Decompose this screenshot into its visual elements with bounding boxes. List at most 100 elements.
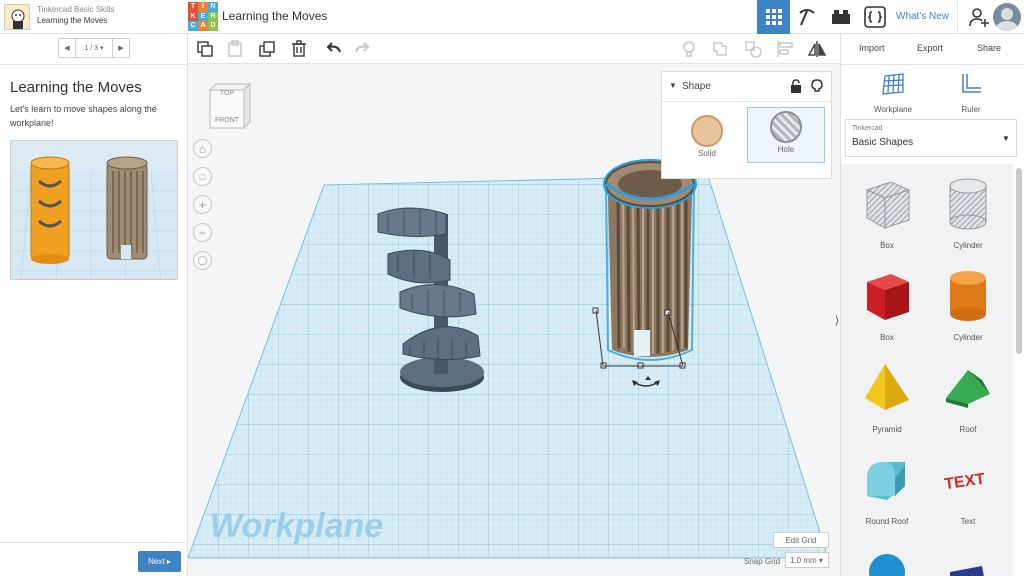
user-avatar[interactable] (993, 3, 1021, 31)
codeblocks-button[interactable] (858, 0, 891, 34)
shape-text[interactable]: TEXT Text (933, 452, 1003, 526)
shape-roof[interactable]: Roof (933, 360, 1003, 434)
lesson-text: Let's learn to move shapes along the wor… (10, 102, 180, 130)
export-button[interactable]: Export (917, 38, 943, 58)
duplicate-icon (258, 40, 276, 58)
pickaxe-icon (797, 7, 817, 27)
home-icon: ⌂ (199, 142, 206, 156)
lesson-image (10, 140, 178, 280)
next-step-arrow[interactable]: ▶ (113, 39, 129, 57)
divider (662, 101, 833, 102)
shape-label: Round Roof (852, 517, 922, 526)
shape-label: Pyramid (852, 425, 922, 434)
group-button[interactable] (710, 38, 732, 60)
shape-sphere[interactable] (852, 548, 922, 576)
hole-option[interactable]: Hole (747, 107, 825, 163)
light-bulb-icon[interactable] (811, 79, 823, 93)
lock-icon[interactable] (790, 79, 802, 93)
divider (0, 64, 188, 65)
import-button[interactable]: Import (859, 38, 885, 58)
minus-icon: − (199, 226, 206, 240)
lesson-name: Learning the Moves (37, 16, 107, 25)
logo-letter: T (188, 2, 198, 12)
solid-label: Solid (689, 149, 725, 158)
fit-view-button[interactable]: □ (193, 167, 212, 186)
shape-round-roof[interactable]: Round Roof (852, 452, 922, 526)
shapes-scrollbar[interactable] (1016, 168, 1022, 354)
redo-icon (354, 40, 372, 58)
duplicate-button[interactable] (256, 38, 278, 60)
align-icon (776, 40, 794, 58)
step-pager: ◀ 1 / 3 ▾ ▶ (58, 38, 130, 58)
perspective-button[interactable]: ◯ (193, 251, 212, 270)
next-button[interactable]: Next ▸ (138, 551, 181, 572)
chevron-down-icon: ▼ (1002, 134, 1010, 143)
grid-view-button[interactable] (757, 0, 790, 34)
lesson-logo (4, 4, 30, 30)
redo-button[interactable] (352, 38, 374, 60)
prev-step-button[interactable]: ◀ (59, 39, 75, 57)
hole-swatch[interactable] (770, 111, 802, 143)
mirror-button[interactable] (806, 38, 828, 60)
shapes-panel: ⟩ Import Export Share Workplane Ruler Ti… (840, 34, 1024, 576)
course-name: Tinkercad Basic Skills (37, 5, 115, 14)
logo-letter: C (188, 21, 198, 31)
share-button[interactable]: Share (977, 38, 1001, 58)
shape-box-hole[interactable]: Box (852, 176, 922, 250)
text-shape-word: TEXT (943, 471, 986, 494)
workplane-icon (881, 72, 905, 96)
tinkercad-logo[interactable]: TINKERCAD (188, 2, 218, 31)
collapse-caret-icon[interactable]: ▼ (669, 81, 677, 90)
viewcube-top-label: TOP (220, 90, 235, 97)
paste-button[interactable] (224, 38, 246, 60)
copy-button[interactable] (194, 38, 216, 60)
design-title[interactable]: Learning the Moves (222, 9, 327, 23)
shape-label: Cylinder (933, 333, 1003, 342)
notes-button[interactable] (678, 38, 700, 60)
ruler-tool[interactable]: Ruler (941, 72, 1001, 114)
workplane-label: Workplane (210, 507, 383, 545)
bricks-button[interactable] (824, 0, 857, 34)
align-button[interactable] (774, 38, 796, 60)
delete-button[interactable] (288, 38, 310, 60)
build-button[interactable] (790, 0, 823, 34)
ruler-icon (959, 72, 983, 96)
whats-new-link[interactable]: What's New (896, 11, 949, 22)
solid-option[interactable]: Solid (689, 112, 725, 164)
mirror-icon (808, 40, 826, 58)
ungroup-button[interactable] (742, 38, 764, 60)
shape-library-select[interactable]: Tinkercad Basic Shapes ▼ (845, 119, 1017, 157)
snap-grid-select[interactable]: 1.0 mm ▾ (785, 552, 829, 568)
add-user-button[interactable] (962, 0, 995, 34)
solid-swatch[interactable] (691, 115, 723, 147)
shape-cylinder-hole[interactable]: Cylinder (933, 176, 1003, 250)
logo-letter: E (198, 12, 208, 22)
collapse-panel-handle[interactable]: ⟩ (833, 310, 841, 330)
logo-letter: R (208, 12, 218, 22)
chevron-right-icon: ▸ (167, 557, 171, 566)
edit-grid-button[interactable]: Edit Grid (773, 532, 829, 548)
undo-button[interactable] (322, 38, 344, 60)
shape-cylinder[interactable]: Cylinder (933, 268, 1003, 342)
ruler-tool-label: Ruler (941, 105, 1001, 114)
top-header: Tinkercad Basic Skills Learning the Move… (0, 0, 1024, 34)
zoom-in-button[interactable]: + (193, 195, 212, 214)
workplane-canvas[interactable]: Workplane (188, 64, 840, 576)
view-cube[interactable]: TOP FRONT (208, 82, 252, 132)
tinkercad-editor: Tinkercad Basic Skills Learning the Move… (0, 0, 1024, 576)
shape-box[interactable]: Box (852, 268, 922, 342)
shape-label: Roof (933, 425, 1003, 434)
add-user-icon (968, 6, 990, 28)
workplane-tool[interactable]: Workplane (863, 72, 923, 114)
divider (0, 542, 188, 543)
copy-icon (196, 40, 214, 58)
plus-icon: + (199, 198, 206, 212)
home-view-button[interactable]: ⌂ (193, 139, 212, 158)
zoom-out-button[interactable]: − (193, 223, 212, 242)
lesson-heading: Learning the Moves (10, 79, 142, 96)
shape-inspector: ▼ Shape Solid Hole (661, 71, 832, 179)
step-selector[interactable]: 1 / 3 ▾ (75, 39, 113, 57)
shape-label: Box (852, 333, 922, 342)
shape-scribble[interactable] (933, 548, 1003, 576)
shape-pyramid[interactable]: Pyramid (852, 360, 922, 434)
